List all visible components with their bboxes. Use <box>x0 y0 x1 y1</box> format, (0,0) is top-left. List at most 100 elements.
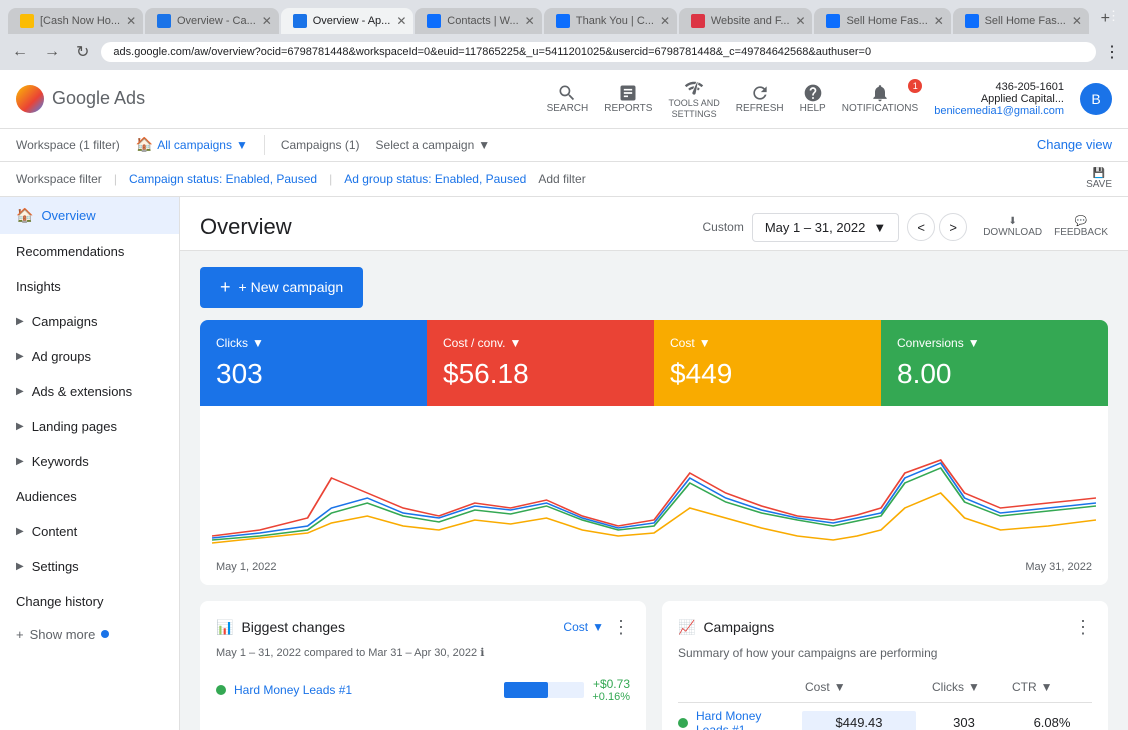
stat-card-cost-conv[interactable]: Cost / conv. ▼ $56.18 <box>427 320 654 406</box>
browser-tab-tab3[interactable]: Overview - Ap...✕ <box>281 8 414 34</box>
stats-row: Clicks ▼ 303 Cost / conv. ▼ $56.18 <box>200 320 1108 406</box>
biggest-changes-title: Biggest changes <box>241 619 555 635</box>
table-campaign-name[interactable]: Hard Money Leads #1 <box>696 709 794 730</box>
new-campaign-button[interactable]: + + New campaign <box>200 267 363 308</box>
browser-tab-tab8[interactable]: Sell Home Fas...✕ <box>953 8 1089 34</box>
sidebar-item-content[interactable]: ▶ Content <box>0 514 179 549</box>
campaigns-card-title: Campaigns <box>703 619 1066 635</box>
sidebar-item-change-history[interactable]: Change history <box>0 584 179 619</box>
all-campaigns-link[interactable]: 🏠 All campaigns ▼ <box>136 136 248 153</box>
help-header-icon[interactable]: HELP <box>800 83 826 114</box>
logo-icon <box>16 85 44 113</box>
stat-card-conversions[interactable]: Conversions ▼ 8.00 ⋮ <box>881 320 1108 406</box>
content-area: Overview Custom May 1 – 31, 2022 ▼ < > ⬇ <box>180 197 1128 730</box>
col-cost[interactable]: Cost ▼ <box>805 680 932 694</box>
tools-header-label: TOOLS ANDSETTINGS <box>668 98 719 120</box>
download-button[interactable]: ⬇ DOWNLOAD <box>983 216 1042 238</box>
address-bar[interactable]: ads.google.com/aw/overview?ocid=67987814… <box>101 42 1096 62</box>
change-view-btn[interactable]: Change view <box>1037 137 1112 152</box>
browser-chrome: [Cash Now Ho...✕Overview - Ca...✕Overvie… <box>0 0 1128 70</box>
sidebar-item-ad-groups[interactable]: ▶ Ad groups <box>0 339 179 374</box>
campaign-status-filter[interactable]: Campaign status: Enabled, Paused <box>129 172 317 186</box>
content-header: Overview Custom May 1 – 31, 2022 ▼ < > ⬇ <box>180 197 1128 251</box>
dropdown-icon-cost[interactable]: ▼ <box>699 336 711 350</box>
browser-tab-tab6[interactable]: Website and F...✕ <box>679 8 813 34</box>
campaigns-count: Campaigns (1) <box>281 138 360 152</box>
search-header-icon[interactable]: SEARCH <box>547 83 589 114</box>
tools-header-icon[interactable]: TOOLS ANDSETTINGS <box>668 78 719 120</box>
browser-controls: ⋮ <box>1104 42 1120 62</box>
dropdown-icon-cost-conv[interactable]: ▼ <box>509 336 521 350</box>
url-text: ads.google.com/aw/overview?ocid=67987814… <box>113 46 1084 58</box>
biggest-changes-header: 📊 Biggest changes Cost ▼ ⋮ <box>216 617 630 638</box>
table-ctr: 6.08% <box>1012 715 1092 730</box>
stat-card-cost[interactable]: Cost ▼ $449 <box>654 320 881 406</box>
reports-header-icon[interactable]: REPORTS <box>604 83 652 114</box>
expand-icon-ads: ▶ <box>16 386 24 397</box>
campaigns-menu-icon[interactable]: ⋮ <box>1074 617 1092 638</box>
sidebar-item-campaigns[interactable]: ▶ Campaigns <box>0 304 179 339</box>
extensions-icon[interactable]: ⋮ <box>1104 42 1120 62</box>
ad-group-status-filter[interactable]: Ad group status: Enabled, Paused <box>344 172 526 186</box>
account-info: 436-205-1601 Applied Capital... beniceme… <box>934 81 1064 117</box>
save-button[interactable]: 💾 SAVE <box>1086 168 1112 190</box>
sidebar-item-settings[interactable]: ▶ Settings <box>0 549 179 584</box>
avatar[interactable]: B <box>1080 83 1112 115</box>
sub-header-divider <box>264 135 265 155</box>
sidebar-item-ads-extensions[interactable]: ▶ Ads & extensions <box>0 374 179 409</box>
col-ctr[interactable]: CTR ▼ <box>1012 680 1092 694</box>
sidebar-item-overview[interactable]: 🏠 Overview <box>0 197 179 234</box>
plus-campaign-icon: + <box>220 277 231 298</box>
notifications-header-icon[interactable]: 1 NOTIFICATIONS <box>842 83 918 114</box>
date-nav: < > <box>907 213 967 241</box>
comparison-text: May 1 – 31, 2022 compared to Mar 31 – Ap… <box>216 646 630 659</box>
sidebar-item-landing-pages[interactable]: ▶ Landing pages <box>0 409 179 444</box>
col-clicks[interactable]: Clicks ▼ <box>932 680 1012 694</box>
feedback-button[interactable]: 💬 FEEDBACK <box>1054 216 1108 238</box>
page-title: Overview <box>200 214 703 240</box>
add-filter-btn[interactable]: Add filter <box>538 172 585 186</box>
expand-icon-adgroups: ▶ <box>16 351 24 362</box>
biggest-changes-menu-icon[interactable]: ⋮ <box>612 617 630 638</box>
show-more-btn[interactable]: + Show more <box>0 619 179 650</box>
campaigns-card: 📈 Campaigns ⋮ Summary of how your campai… <box>662 601 1108 730</box>
back-button[interactable]: ← <box>8 39 32 65</box>
chevron-down-icon-filter: ▼ <box>592 620 604 634</box>
date-picker[interactable]: May 1 – 31, 2022 ▼ <box>752 213 899 242</box>
sort-icon-cost: ▼ <box>834 680 846 694</box>
browser-tab-tab1[interactable]: [Cash Now Ho...✕ <box>8 8 143 34</box>
workspace-label: Workspace (1 filter) <box>16 138 120 152</box>
campaign-name-link[interactable]: Hard Money Leads #1 <box>234 683 496 697</box>
action-buttons: ⬇ DOWNLOAD 💬 FEEDBACK <box>983 216 1108 238</box>
stat-card-clicks[interactable]: Clicks ▼ 303 <box>200 320 427 406</box>
sort-icon-ctr: ▼ <box>1041 680 1053 694</box>
browser-tab-tab2[interactable]: Overview - Ca...✕ <box>145 8 279 34</box>
select-campaign[interactable]: Select a campaign ▼ <box>376 138 491 152</box>
expand-icon-landing: ▶ <box>16 421 24 432</box>
browser-tab-tab5[interactable]: Thank You | C...✕ <box>544 8 677 34</box>
change-value: +$0.73 <box>592 677 630 691</box>
sidebar-item-keywords[interactable]: ▶ Keywords <box>0 444 179 479</box>
change-bar-fill <box>504 682 548 698</box>
date-next-button[interactable]: > <box>939 213 967 241</box>
refresh-header-icon[interactable]: REFRESH <box>736 83 784 114</box>
expand-icon: ▶ <box>16 316 24 327</box>
sidebar-item-audiences[interactable]: Audiences <box>0 479 179 514</box>
chart-area: May 1, 2022 May 31, 2022 <box>200 406 1108 585</box>
sidebar-item-recommendations[interactable]: Recommendations <box>0 234 179 269</box>
refresh-nav-button[interactable]: ↻ <box>72 38 93 66</box>
forward-button[interactable]: → <box>40 39 64 65</box>
reports-header-label: REPORTS <box>604 103 652 114</box>
dropdown-icon-conversions[interactable]: ▼ <box>968 336 980 350</box>
browser-tab-tab4[interactable]: Contacts | W...✕ <box>415 8 542 34</box>
dropdown-icon-clicks[interactable]: ▼ <box>252 336 264 350</box>
cost-filter[interactable]: Cost ▼ <box>563 620 604 634</box>
browser-tab-tab7[interactable]: Sell Home Fas...✕ <box>814 8 950 34</box>
sidebar-item-insights[interactable]: Insights <box>0 269 179 304</box>
chart-x-end: May 31, 2022 <box>1025 561 1092 573</box>
date-controls: Custom May 1 – 31, 2022 ▼ < > <box>703 213 968 242</box>
filter-bar: Workspace filter | Campaign status: Enab… <box>0 162 1128 197</box>
notification-badge: 1 <box>908 79 922 93</box>
date-prev-button[interactable]: < <box>907 213 935 241</box>
campaigns-subtitle: Summary of how your campaigns are perfor… <box>678 646 1092 660</box>
